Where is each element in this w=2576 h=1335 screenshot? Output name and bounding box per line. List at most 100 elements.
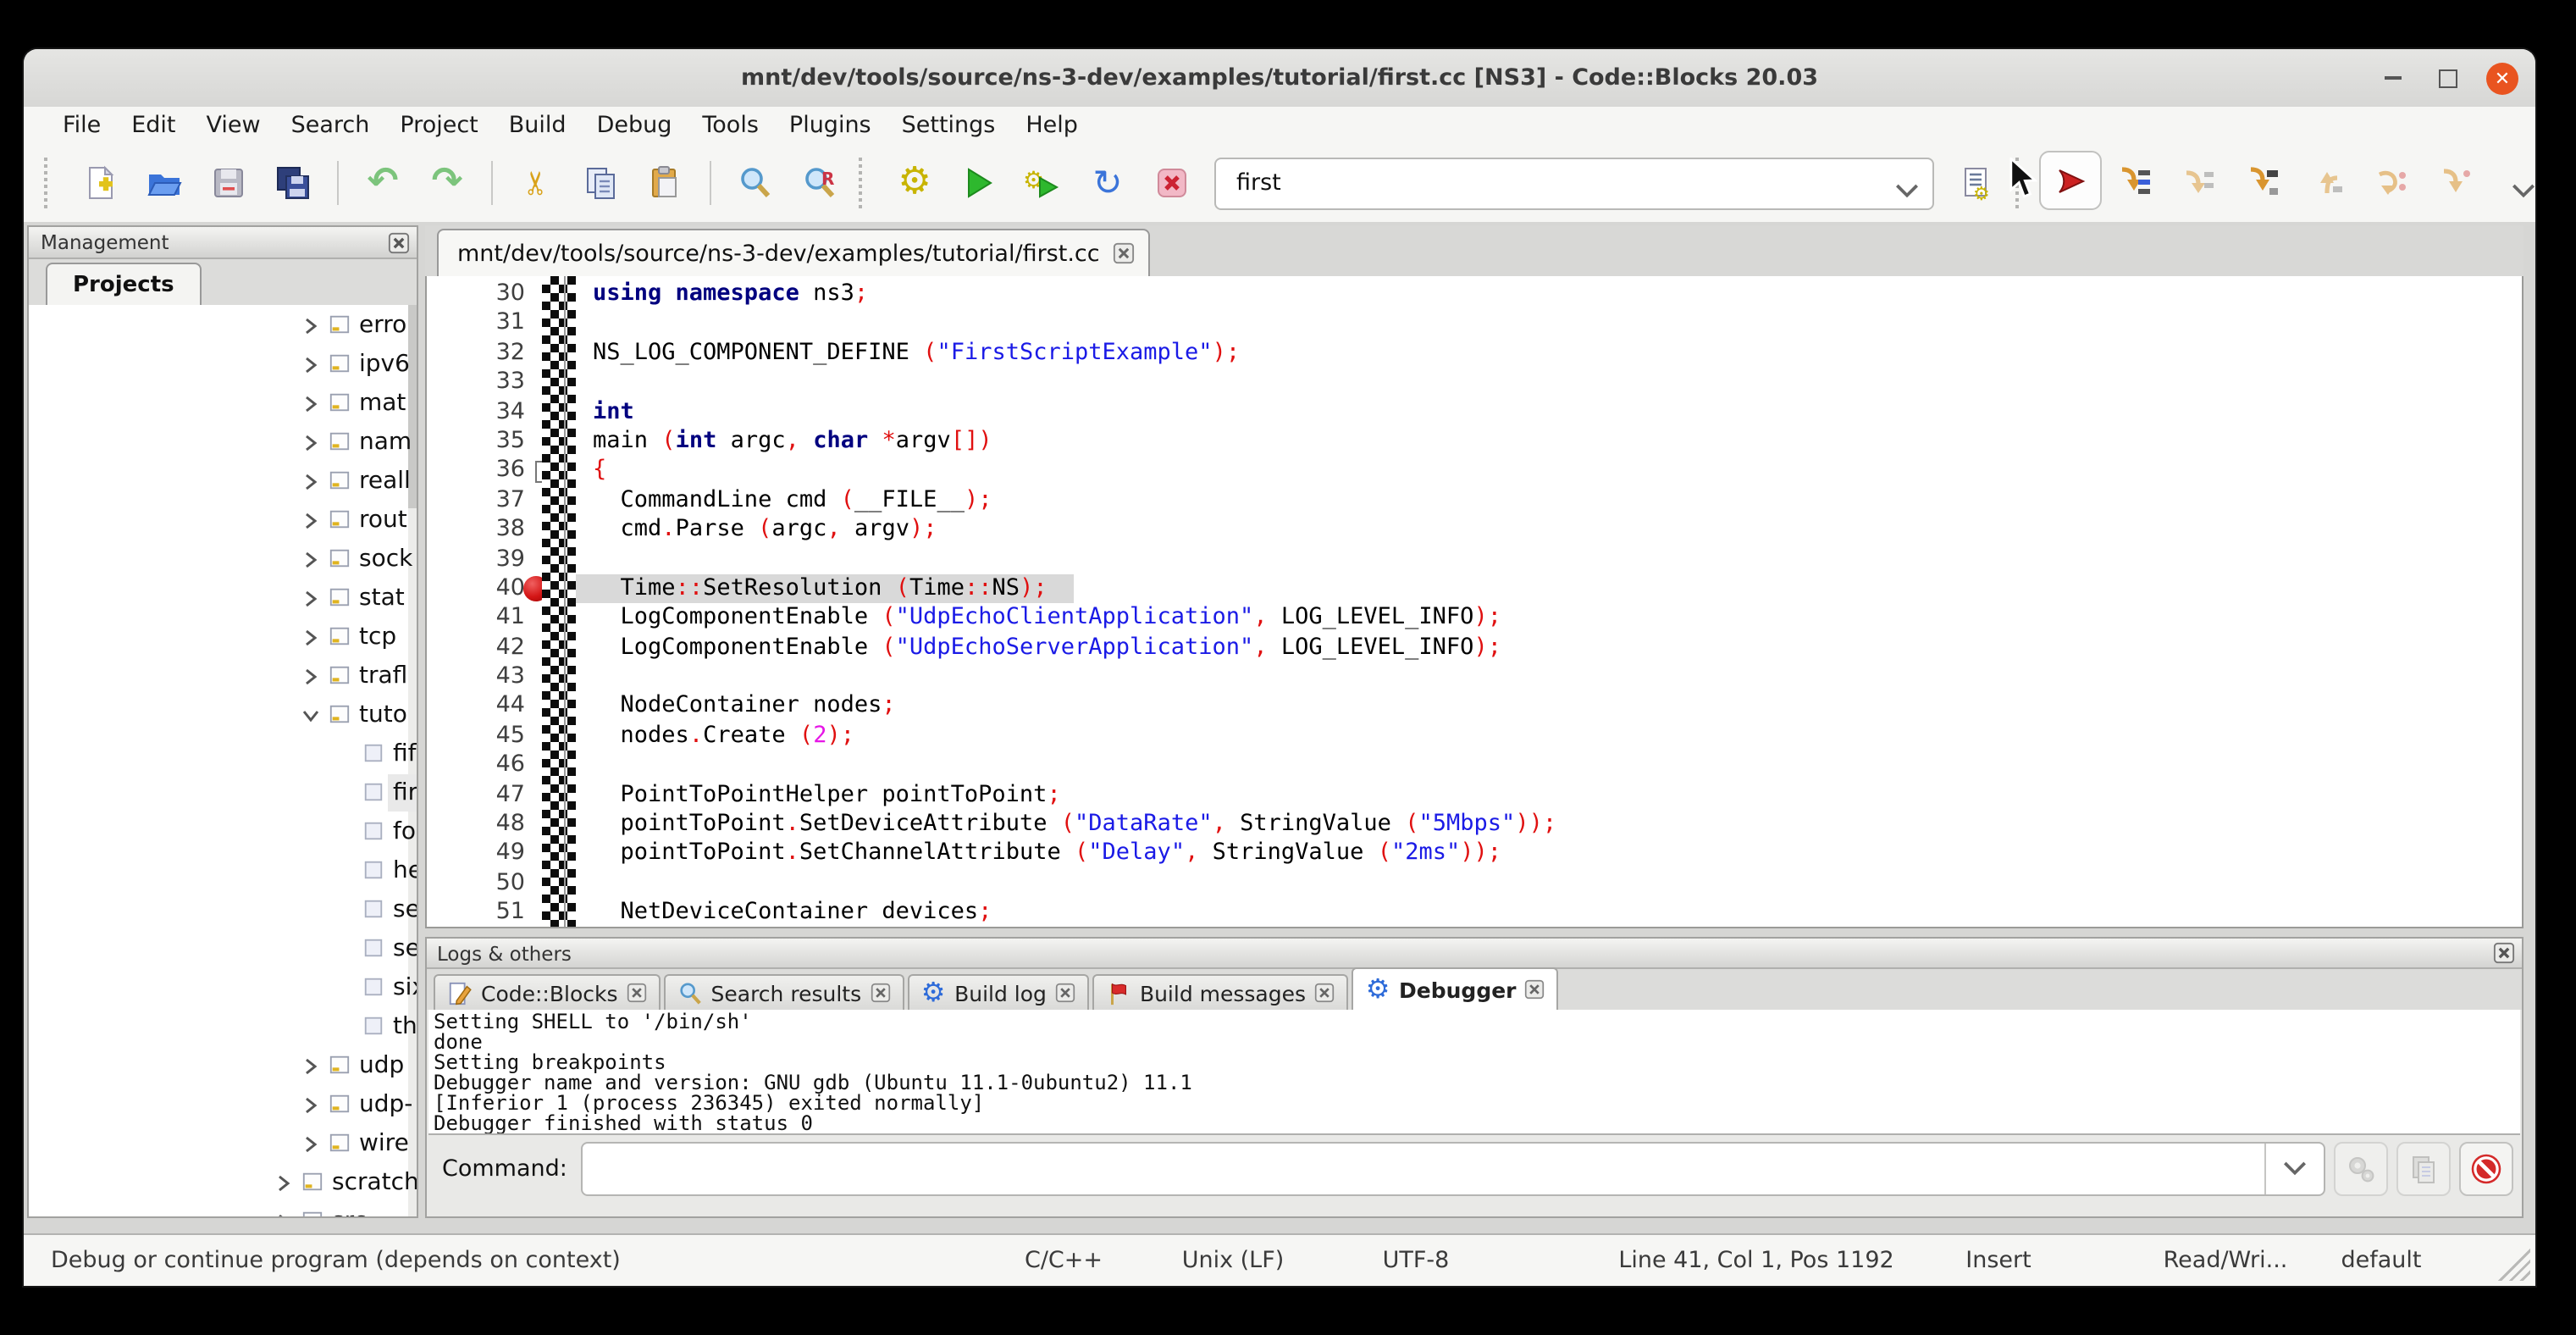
tree-item-ipv6[interactable]: ipv6 [29,344,417,383]
panel-splitter[interactable] [415,222,425,1218]
chevron-right-icon[interactable] [301,471,320,490]
menu-file[interactable]: File [47,107,116,144]
debugger-log-output[interactable]: Setting SHELL to '/bin/sh'doneSetting br… [428,1010,2520,1135]
tree-item-stat[interactable]: stat [29,578,417,617]
editor-tab[interactable]: mnt/dev/tools/source/ns-3-dev/examples/t… [437,229,1151,278]
code-line-40[interactable]: 40 Time::SetResolution (Time::NS); [427,574,2522,604]
line-number[interactable]: 50 [427,869,525,899]
redo-button[interactable]: ↷ [415,151,479,215]
logs-close-icon[interactable] [2493,942,2515,964]
code-line-36[interactable]: 36{ [427,457,2522,486]
command-input[interactable] [583,1144,2264,1194]
tree-item-udp[interactable]: udp- [29,1084,417,1123]
chevron-right-icon[interactable] [301,549,320,568]
tree-item-wire[interactable]: wire [29,1123,417,1162]
tree-item-fo[interactable]: fo [29,812,417,850]
code-line-51[interactable]: 51 NetDeviceContainer devices; [427,898,2522,928]
line-number[interactable]: 36 [427,457,525,486]
tree-item-rout[interactable]: rout [29,500,417,539]
build-target-button[interactable]: ⚙ [1944,151,2009,215]
chevron-right-icon[interactable] [274,1172,293,1191]
code-line-48[interactable]: 48 pointToPoint.SetDeviceAttribute ("Dat… [427,810,2522,839]
code-line-49[interactable]: 49 pointToPoint.SetChannelAttribute ("De… [427,839,2522,869]
code-line-30[interactable]: 30using namespace ns3; [427,280,2522,309]
tree-item-udp[interactable]: udp [29,1045,417,1084]
logs-tab-close-icon[interactable] [1525,979,1545,1000]
line-number[interactable]: 49 [427,839,525,869]
chevron-right-icon[interactable] [301,432,320,451]
step-into-instruction-button[interactable] [2424,151,2488,215]
toolbar-overflow-chevron-icon[interactable] [2512,174,2535,191]
paste-button[interactable] [633,151,698,215]
code-line-33[interactable]: 33 [427,368,2522,397]
menu-plugins[interactable]: Plugins [774,107,887,144]
tree-item-se[interactable]: se [29,928,417,967]
code-line-46[interactable]: 46 [427,751,2522,781]
build-button[interactable]: ⚙ [882,151,947,215]
line-number[interactable]: 31 [427,309,525,339]
logs-tab-close-icon[interactable] [870,983,890,1003]
code-line-42[interactable]: 42 LogComponentEnable ("UdpEchoServerApp… [427,633,2522,662]
code-line-43[interactable]: 43 [427,662,2522,692]
chevron-right-icon[interactable] [301,393,320,412]
logs-tab-build-messages[interactable]: Build messages [1092,974,1348,1010]
code-line-35[interactable]: 35main (int argc, char *argv[]) [427,427,2522,457]
chevron-right-icon[interactable] [301,1133,320,1152]
fold-margin[interactable] [542,276,576,927]
line-number[interactable]: 45 [427,722,525,751]
run-to-cursor-button[interactable] [2102,151,2166,215]
step-out-button[interactable] [2295,151,2359,215]
undo-button[interactable]: ↶ [351,151,415,215]
chevron-right-icon[interactable] [301,510,320,529]
projects-tree[interactable]: erroipv6matnamreallroutsockstattcptraflt… [29,305,417,1216]
line-number[interactable]: 33 [427,368,525,397]
run-button[interactable] [947,151,1011,215]
chevron-right-icon[interactable] [301,1055,320,1074]
line-number[interactable]: 41 [427,604,525,634]
code-text-area[interactable]: 30using namespace ns3;31 32NS_LOG_COMPON… [427,276,2522,928]
code-line-45[interactable]: 45 nodes.Create (2); [427,722,2522,751]
menu-debug[interactable]: Debug [582,107,688,144]
editor-tab-close-icon[interactable] [1114,242,1136,264]
resize-grip[interactable] [2493,1244,2530,1281]
command-combobox[interactable] [581,1142,2325,1196]
line-number[interactable]: 44 [427,692,525,722]
minimize-button[interactable] [2378,63,2408,93]
command-dropdown-chevron-icon[interactable] [2264,1144,2324,1194]
chevron-right-icon[interactable] [301,588,320,607]
chevron-right-icon[interactable] [274,1211,293,1216]
tree-item-tuto[interactable]: tuto [29,695,417,734]
abort-button[interactable] [1140,151,1204,215]
stop-debugger-button[interactable] [2459,1142,2513,1196]
next-instruction-button[interactable] [2359,151,2424,215]
logs-tab-debugger[interactable]: ⚙Debugger [1352,967,1559,1010]
tree-item-fif[interactable]: fif [29,734,417,773]
management-close-icon[interactable] [388,231,410,253]
line-number[interactable]: 42 [427,633,525,662]
tree-item-trafl[interactable]: trafl [29,656,417,695]
code-line-37[interactable]: 37 CommandLine cmd (__FILE__); [427,485,2522,515]
menu-project[interactable]: Project [384,107,493,144]
line-number[interactable]: 30 [427,280,525,309]
save-button[interactable] [196,151,261,215]
debugging-windows-button[interactable] [2334,1142,2388,1196]
logs-tab-close-icon[interactable] [627,983,647,1003]
code-editor[interactable]: 30using namespace ns3;31 32NS_LOG_COMPON… [425,276,2523,928]
menu-tools[interactable]: Tools [687,107,774,144]
line-number[interactable]: 35 [427,427,525,457]
menu-build[interactable]: Build [494,107,582,144]
cut-button[interactable]: ✂ [505,151,569,215]
tab-projects[interactable]: Projects [46,263,202,307]
tree-item-six[interactable]: six [29,967,417,1006]
title-bar[interactable]: mnt/dev/tools/source/ns-3-dev/examples/t… [24,49,2535,108]
menu-help[interactable]: Help [1010,107,1093,144]
debug-continue-button[interactable] [2039,151,2102,210]
toolbar-grip[interactable] [44,158,61,208]
code-line-50[interactable]: 50 [427,869,2522,899]
tree-item-tcp[interactable]: tcp [29,617,417,656]
line-number[interactable]: 38 [427,515,525,545]
tree-item-erro[interactable]: erro [29,305,417,344]
tree-item-nam[interactable]: nam [29,422,417,461]
chevron-right-icon[interactable] [301,354,320,373]
menu-settings[interactable]: Settings [887,107,1011,144]
